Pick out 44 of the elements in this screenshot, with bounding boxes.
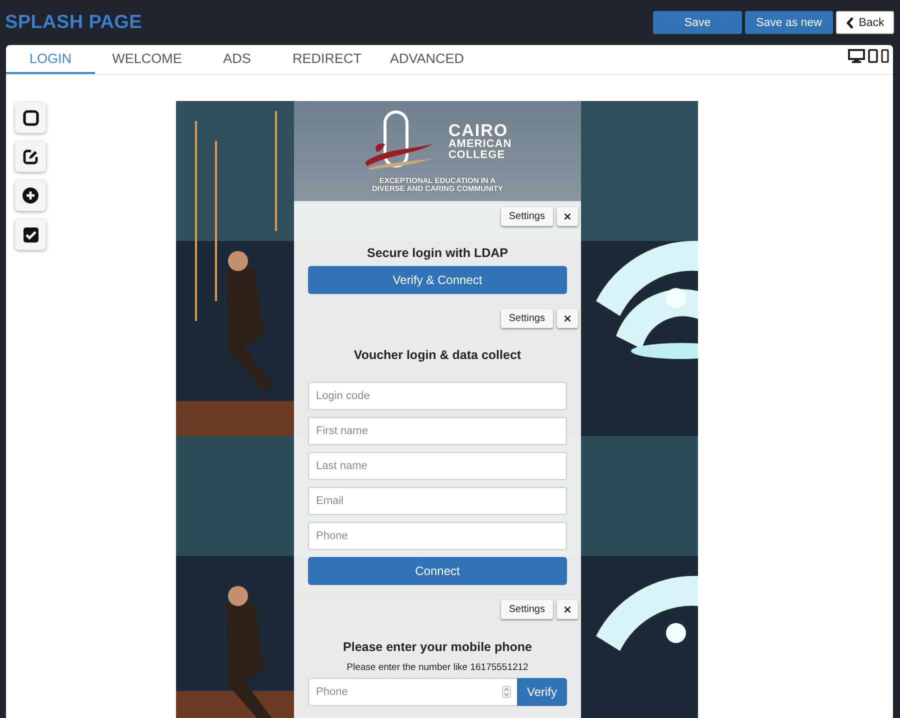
logo-text: CAIRO <box>448 122 508 140</box>
desktop-icon[interactable] <box>848 49 865 63</box>
page-title: SPLASH PAGE <box>5 12 143 34</box>
block-heading: Secure login with LDAP <box>366 246 509 260</box>
square-tool-button[interactable] <box>15 102 46 133</box>
back-button[interactable]: Back <box>836 11 894 34</box>
tablet-icon[interactable] <box>868 49 878 63</box>
input-field[interactable]: Login code <box>308 382 567 410</box>
close-button[interactable]: × <box>557 207 578 226</box>
settings-button[interactable]: Settings <box>500 309 553 328</box>
tab[interactable]: REDIRECT <box>275 45 379 74</box>
close-button[interactable]: × <box>557 600 578 619</box>
close-button[interactable]: × <box>557 309 578 328</box>
spinner-icon <box>502 686 511 698</box>
input-field[interactable]: First name <box>308 417 567 445</box>
save-button[interactable]: Save <box>653 11 742 34</box>
settings-button[interactable]: Settings <box>500 207 553 226</box>
tab[interactable]: ADS <box>199 45 275 74</box>
verify-button[interactable]: Verify <box>517 678 567 706</box>
edit-tool-button[interactable] <box>15 141 46 172</box>
tab[interactable]: WELCOME <box>95 45 199 74</box>
tab[interactable]: LOGIN <box>6 45 95 74</box>
block-heading: Please enter your mobile phone <box>342 640 533 654</box>
tab[interactable]: ADVANCED <box>379 45 475 74</box>
input-field[interactable]: Last name <box>308 452 567 480</box>
plus-circle-icon <box>22 187 39 204</box>
verify-connect-button[interactable]: Verify & Connect <box>308 266 567 294</box>
square-icon <box>22 110 38 126</box>
input-field[interactable]: Email <box>308 487 567 515</box>
add-tool-button[interactable] <box>15 180 46 211</box>
logo-text: COLLEGE <box>448 150 506 162</box>
block-heading: Voucher login & data collect <box>352 348 522 362</box>
input-field[interactable]: Phone <box>308 522 567 550</box>
checkbox-icon <box>22 226 38 242</box>
edit-icon <box>22 148 38 164</box>
hint-text: Please enter the number like 16175551212 <box>346 662 530 673</box>
phone-icon[interactable] <box>881 49 889 63</box>
logo-text: AMERICAN <box>448 139 512 150</box>
chevron-left-icon <box>846 16 854 28</box>
connect-button[interactable]: Connect <box>308 557 567 585</box>
settings-button[interactable]: Settings <box>500 600 553 619</box>
checkbox-tool-button[interactable] <box>15 219 46 250</box>
save-as-new-button[interactable]: Save as new <box>745 11 833 34</box>
phone-field[interactable]: Phone <box>308 678 517 706</box>
